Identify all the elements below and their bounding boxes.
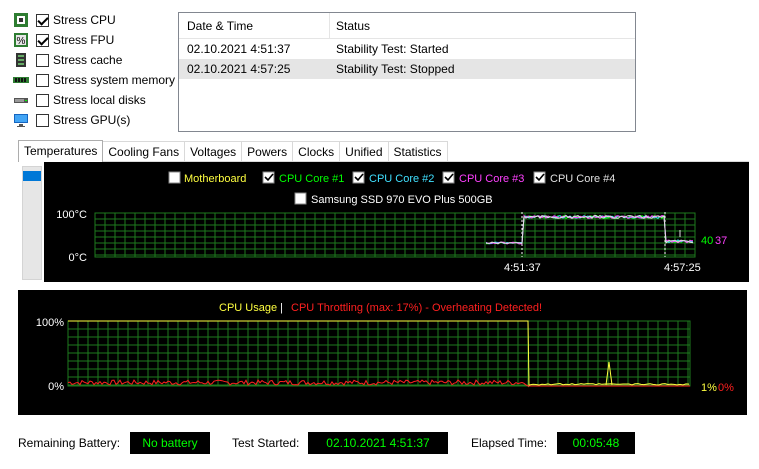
stress-cache-option[interactable]: Stress cache [12,50,177,70]
column-header-datetime[interactable]: Date & Time [179,13,330,38]
stress-disks-label: Stress local disks [53,93,146,107]
stress-gpu-label: Stress GPU(s) [53,113,131,127]
stress-gpu-option[interactable]: Stress GPU(s) [12,110,177,130]
temp-series-line [485,214,693,245]
event-log-list[interactable]: Date & Time Status 02.10.2021 4:51:37 St… [178,12,636,132]
cpu-icon [12,12,30,28]
temp-series-line [485,214,694,245]
test-started-value: 02.10.2021 4:51:37 [308,432,448,454]
stress-cache-checkbox[interactable] [36,53,49,67]
tab-cooling-fans[interactable]: Cooling Fans [102,141,186,162]
cpu-usage-chart: CPU Usage | CPU Throttling (max: 17%) - … [36,302,734,394]
gpu-icon [12,112,30,128]
stress-fpu-checkbox[interactable] [36,33,49,47]
legend-motherboard[interactable]: Motherboard [168,171,246,185]
svg-text:%: % [17,36,26,47]
stress-cpu-option[interactable]: Stress CPU [12,10,177,30]
memory-icon [12,72,30,88]
battery-label: Remaining Battery: [18,436,121,450]
log-cell-status: Stability Test: Started [336,42,449,56]
cpu-usage-chart-panel: CPU Usage | CPU Throttling (max: 17%) - … [18,290,747,415]
sensor-tabs: Temperatures Cooling Fans Voltages Power… [18,140,448,162]
legend-cpu-core-2-label: CPU Core #2 [369,173,434,185]
temperature-chart-panel: Motherboard CPU Core #1 CPU Core #2 CPU … [44,162,749,282]
stress-memory-checkbox[interactable] [36,73,49,87]
temp-series-line [485,214,694,245]
legend-cpu-core-4[interactable]: CPU Core #4 [533,171,615,185]
stress-disks-option[interactable]: Stress local disks [12,90,177,110]
usage-title: CPU Usage [219,302,277,314]
scrollbar-thumb[interactable] [23,171,41,181]
disk-icon [12,92,30,108]
tab-voltages[interactable]: Voltages [184,141,243,162]
log-header: Date & Time Status [179,13,635,39]
legend-motherboard-label: Motherboard [184,173,246,185]
legend-motherboard-checkbox[interactable] [168,171,181,184]
log-cell-time: 02.10.2021 4:51:37 [187,42,291,56]
elapsed-time-label: Elapsed Time: [471,436,548,450]
temp-x-label-start: 4:51:37 [504,262,541,274]
legend-cpu-core-3-label: CPU Core #3 [459,173,524,185]
legend-ssd-label: Samsung SSD 970 EVO Plus 500GB [311,194,493,206]
column-header-status[interactable]: Status [330,13,635,38]
usage-grid [67,320,691,387]
temp-y-min-label: 0°C [69,252,88,264]
legend-cpu-core-2[interactable]: CPU Core #2 [352,171,434,185]
tab-statistics[interactable]: Statistics [387,141,448,162]
log-row[interactable]: 02.10.2021 4:57:25 Stability Test: Stopp… [179,59,635,79]
temp-series-lines [485,214,694,245]
temp-current-value-2: 37 [715,235,727,247]
log-cell-time: 02.10.2021 4:57:25 [187,62,291,76]
cache-icon [12,52,30,68]
test-started-label: Test Started: [232,436,300,450]
temp-grid [94,212,696,258]
battery-value: No battery [130,432,210,454]
tab-powers[interactable]: Powers [241,141,294,162]
temp-y-max-label: 100°C [56,209,87,221]
throttle-current-value: 0% [718,382,734,394]
tab-unified[interactable]: Unified [339,141,389,162]
temp-current-value-1: 40 [701,235,713,247]
fpu-icon: % [12,32,30,48]
status-bar: Remaining Battery: No battery Test Start… [18,432,748,454]
stress-gpu-checkbox[interactable] [36,113,49,127]
elapsed-time-value: 00:05:48 [557,432,635,454]
legend-cpu-core-1[interactable]: CPU Core #1 [262,171,344,185]
stress-fpu-label: Stress FPU [53,33,115,47]
temperature-chart: Motherboard CPU Core #1 CPU Core #2 CPU … [56,171,727,274]
legend-cpu-core-1-label: CPU Core #1 [279,173,344,185]
log-row[interactable]: 02.10.2021 4:51:37 Stability Test: Start… [179,39,635,59]
usage-current-value: 1% [701,382,717,394]
legend-cpu-core-3[interactable]: CPU Core #3 [442,171,524,185]
legend-ssd[interactable]: Samsung SSD 970 EVO Plus 500GB [294,192,493,206]
usage-y-max-label: 100% [36,317,64,329]
legend-ssd-checkbox[interactable] [294,192,307,205]
stress-memory-option[interactable]: Stress system memory [12,70,177,90]
tab-clocks[interactable]: Clocks [292,141,341,162]
legend-cpu-core-4-label: CPU Core #4 [550,173,615,185]
stress-fpu-option[interactable]: % Stress FPU [12,30,177,50]
log-cell-status: Stability Test: Stopped [336,62,455,76]
stress-disks-checkbox[interactable] [36,93,49,107]
stress-options: Stress CPU % Stress FPU Stress cache Str… [12,10,177,130]
usage-y-min-label: 0% [48,381,64,393]
stress-cpu-checkbox[interactable] [36,13,49,27]
stress-cache-label: Stress cache [53,53,123,67]
temp-x-label-end: 4:57:25 [664,262,701,274]
temp-series-line [486,214,694,245]
usage-spike [605,361,613,386]
stress-memory-label: Stress system memory [53,73,176,87]
sensor-list-scrollbar[interactable] [22,166,42,280]
stress-cpu-label: Stress CPU [53,13,116,27]
tab-temperatures[interactable]: Temperatures [18,140,104,162]
throttling-title: CPU Throttling (max: 17%) - Overheating … [291,302,542,314]
usage-title-separator: | [280,302,283,314]
